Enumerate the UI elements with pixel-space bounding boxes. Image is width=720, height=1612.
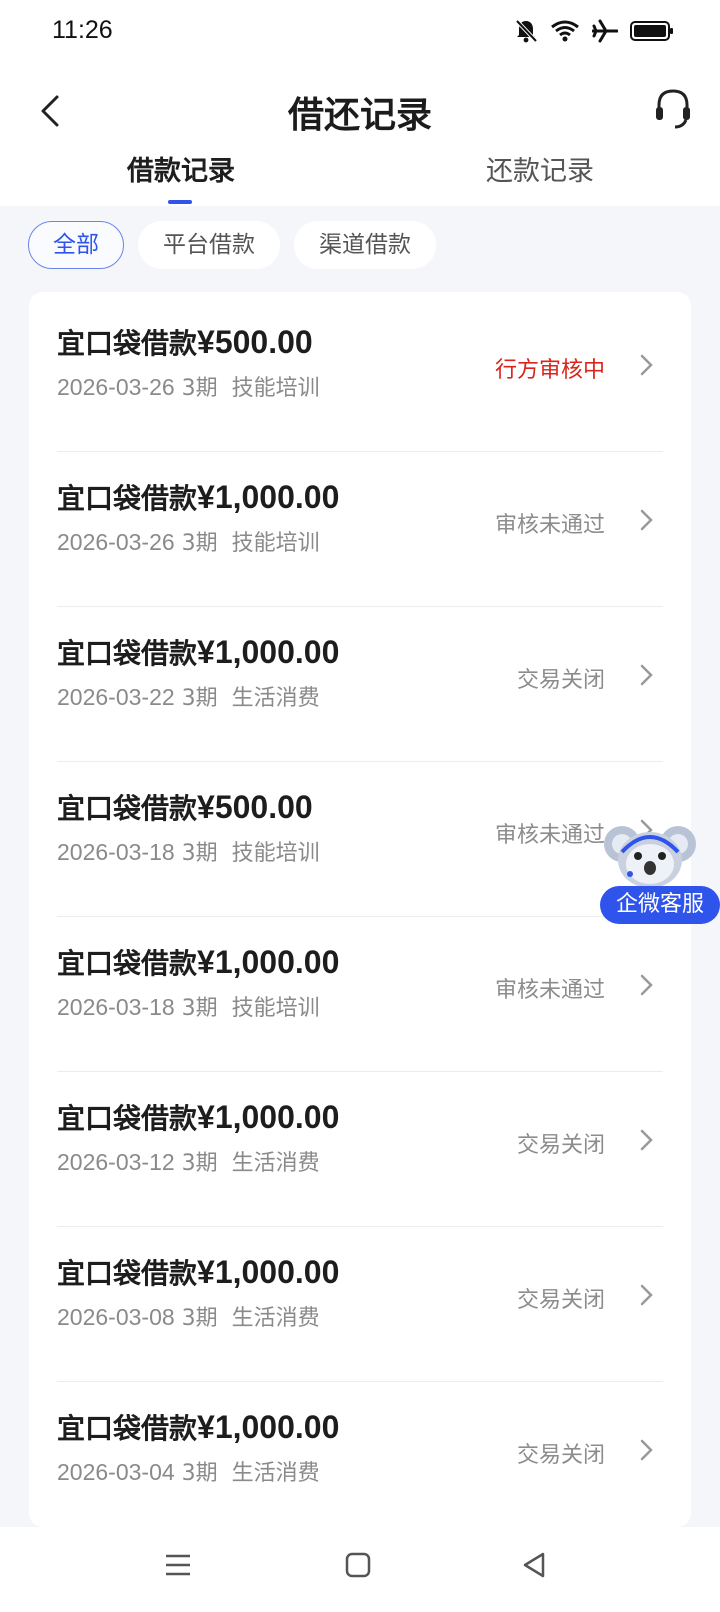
- back-triangle-icon: [521, 1551, 547, 1583]
- record-title: 宜口袋借款¥500.00: [57, 324, 313, 360]
- record-title: 宜口袋借款¥500.00: [57, 789, 313, 825]
- list-item[interactable]: 宜口袋借款¥1,000.00 2026-03-22 3期 生活消费 交易关闭: [29, 602, 691, 762]
- customer-service-button[interactable]: [650, 86, 696, 136]
- record-term: 3期: [181, 376, 218, 401]
- status-badge: 审核未通过: [494, 823, 605, 848]
- record-term: 3期: [181, 1461, 218, 1486]
- filter-chip-all[interactable]: 全部: [28, 221, 124, 269]
- page-title: 借还记录: [287, 95, 432, 136]
- status-badge: 交易关闭: [516, 668, 605, 693]
- chevron-right-icon: [639, 352, 655, 378]
- battery-icon: [630, 20, 674, 42]
- records-list: 宜口袋借款¥500.00 2026-03-26 3期 技能培训 行方审核中 宜口…: [29, 292, 691, 1527]
- record-term: 3期: [181, 531, 218, 556]
- record-title: 宜口袋借款¥1,000.00: [57, 944, 340, 980]
- record-amount: ¥1,000.00: [197, 1409, 340, 1445]
- menu-icon: [164, 1552, 192, 1582]
- status-badge: 行方审核中: [494, 358, 605, 383]
- chevron-right-icon: [639, 1282, 655, 1308]
- status-bar: 11:26: [0, 0, 720, 66]
- record-purpose: 技能培训: [231, 841, 320, 866]
- headset-icon: [653, 87, 693, 135]
- record-purpose: 技能培训: [231, 531, 320, 556]
- bell-muted-icon: [514, 18, 538, 44]
- record-term: 3期: [181, 1306, 218, 1331]
- filter-chip-platform[interactable]: 平台借款: [138, 221, 280, 269]
- status-icons: [514, 18, 674, 44]
- record-title: 宜口袋借款¥1,000.00: [57, 1409, 340, 1445]
- status-badge: 审核未通过: [494, 978, 605, 1003]
- record-term: 3期: [181, 1151, 218, 1176]
- home-square-icon: [345, 1552, 371, 1582]
- filter-chip-channel[interactable]: 渠道借款: [294, 221, 436, 269]
- record-meta: 2026-03-08 3期 生活消费: [57, 1300, 320, 1332]
- status-time: 11:26: [52, 16, 113, 44]
- record-meta: 2026-03-18 3期 技能培训: [57, 990, 320, 1022]
- status-badge: 交易关闭: [516, 1288, 605, 1313]
- record-term: 3期: [181, 841, 218, 866]
- record-date: 2026-03-08: [57, 1304, 175, 1330]
- record-meta: 2026-03-12 3期 生活消费: [57, 1145, 320, 1177]
- record-term: 3期: [181, 686, 218, 711]
- record-date: 2026-03-04: [57, 1459, 175, 1485]
- record-date: 2026-03-26: [57, 374, 175, 400]
- chevron-right-icon: [639, 662, 655, 688]
- record-purpose: 生活消费: [231, 1306, 320, 1331]
- record-meta: 2026-03-22 3期 生活消费: [57, 680, 320, 712]
- list-item[interactable]: 宜口袋借款¥1,000.00 2026-03-12 3期 生活消费 交易关闭: [29, 1067, 691, 1227]
- record-amount: ¥1,000.00: [197, 479, 340, 515]
- record-term: 3期: [181, 996, 218, 1021]
- floating-support-label[interactable]: 企微客服: [600, 886, 720, 924]
- chevron-right-icon: [639, 507, 655, 533]
- record-meta: 2026-03-26 3期 技能培训: [57, 525, 320, 557]
- system-nav-bar: [0, 1527, 720, 1612]
- home-button[interactable]: [338, 1547, 378, 1587]
- list-item[interactable]: 宜口袋借款¥1,000.00 2026-03-08 3期 生活消费 交易关闭: [29, 1222, 691, 1382]
- record-date: 2026-03-18: [57, 994, 175, 1020]
- list-item[interactable]: 宜口袋借款¥1,000.00 2026-03-26 3期 技能培训 审核未通过: [29, 447, 691, 607]
- status-badge: 交易关闭: [516, 1133, 605, 1158]
- record-date: 2026-03-26: [57, 529, 175, 555]
- record-meta: 2026-03-26 3期 技能培训: [57, 370, 320, 402]
- tab-repay-records[interactable]: 还款记录: [486, 154, 594, 206]
- menu-button[interactable]: [158, 1547, 198, 1587]
- record-purpose: 技能培训: [231, 376, 320, 401]
- record-date: 2026-03-18: [57, 839, 175, 865]
- tab-bar: 借款记录 还款记录: [0, 154, 720, 206]
- tab-active-indicator: [168, 200, 192, 204]
- record-amount: ¥500.00: [197, 324, 313, 360]
- record-title: 宜口袋借款¥1,000.00: [57, 479, 340, 515]
- record-meta: 2026-03-18 3期 技能培训: [57, 835, 320, 867]
- record-title: 宜口袋借款¥1,000.00: [57, 634, 340, 670]
- status-badge: 交易关闭: [516, 1443, 605, 1468]
- record-purpose: 生活消费: [231, 1461, 320, 1486]
- record-date: 2026-03-12: [57, 1149, 175, 1175]
- record-title: 宜口袋借款¥1,000.00: [57, 1254, 340, 1290]
- wifi-icon: [550, 19, 580, 43]
- airplane-icon: [592, 19, 618, 43]
- record-meta: 2026-03-04 3期 生活消费: [57, 1455, 320, 1487]
- chevron-right-icon: [639, 972, 655, 998]
- list-item[interactable]: 宜口袋借款¥500.00 2026-03-18 3期 技能培训 审核未通过: [29, 757, 691, 917]
- record-amount: ¥1,000.00: [197, 1254, 340, 1290]
- back-nav-button[interactable]: [514, 1547, 554, 1587]
- record-amount: ¥500.00: [197, 789, 313, 825]
- list-item[interactable]: 宜口袋借款¥500.00 2026-03-26 3期 技能培训 行方审核中: [29, 292, 691, 452]
- chevron-right-icon: [639, 1127, 655, 1153]
- filter-chips: 全部 平台借款 渠道借款: [28, 221, 436, 269]
- record-purpose: 生活消费: [231, 1151, 320, 1176]
- record-amount: ¥1,000.00: [197, 1099, 340, 1135]
- list-item[interactable]: 宜口袋借款¥1,000.00 2026-03-04 3期 生活消费 交易关闭: [29, 1377, 691, 1527]
- record-purpose: 生活消费: [231, 686, 320, 711]
- record-purpose: 技能培训: [231, 996, 320, 1021]
- list-item[interactable]: 宜口袋借款¥1,000.00 2026-03-18 3期 技能培训 审核未通过: [29, 912, 691, 1072]
- record-title: 宜口袋借款¥1,000.00: [57, 1099, 340, 1135]
- record-amount: ¥1,000.00: [197, 944, 340, 980]
- tab-borrow-records[interactable]: 借款记录: [127, 154, 235, 206]
- chevron-right-icon: [639, 1437, 655, 1463]
- record-date: 2026-03-22: [57, 684, 175, 710]
- record-amount: ¥1,000.00: [197, 634, 340, 670]
- status-badge: 审核未通过: [494, 513, 605, 538]
- header: 借还记录 借款记录 还款记录: [0, 66, 720, 206]
